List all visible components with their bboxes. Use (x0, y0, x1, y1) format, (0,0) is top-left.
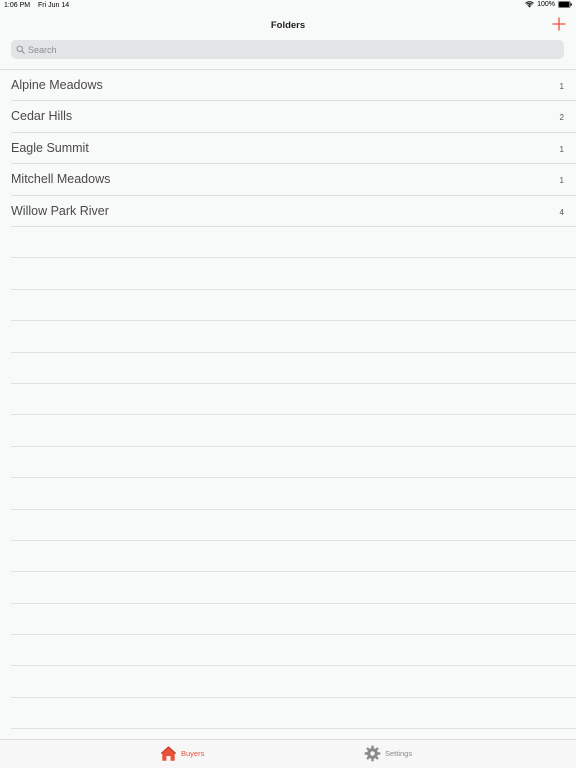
folder-count: 1 (559, 176, 564, 186)
wifi-icon (525, 1, 534, 8)
status-left: 1:06 PM Fri Jun 14 (4, 2, 75, 9)
empty-row (0, 698, 576, 730)
folder-list: Alpine Meadows 1 Cedar Hills 2 Eagle Sum… (0, 70, 576, 228)
tab-label: Buyers (181, 749, 205, 758)
folder-count: 1 (559, 82, 564, 91)
empty-list-area (0, 227, 576, 730)
empty-row (0, 384, 576, 416)
tab-label: Settings (385, 749, 413, 758)
search-icon (16, 45, 25, 54)
gear-icon (364, 745, 381, 762)
folder-name: Eagle Summit (11, 140, 89, 155)
add-folder-button[interactable] (552, 17, 566, 31)
screen: 1:06 PM Fri Jun 14 100% Folders Search A… (0, 0, 576, 768)
empty-row (0, 604, 576, 636)
nav-bar: Folders (0, 12, 576, 40)
tab-buyers[interactable]: Buyers (160, 745, 204, 762)
search-bar[interactable] (11, 40, 564, 59)
folder-row-alpine-meadows[interactable]: Alpine Meadows 1 (0, 70, 576, 102)
folder-name: Willow Park River (11, 203, 109, 218)
empty-row (0, 572, 576, 605)
status-bar: 1:06 PM Fri Jun 14 100% (0, 0, 576, 12)
search-input[interactable] (28, 44, 548, 55)
status-time: 1:06 PM (4, 2, 31, 9)
folder-row-willow-park-river[interactable]: Willow Park River 4 (0, 196, 576, 228)
empty-row (0, 290, 576, 322)
empty-row (0, 353, 576, 385)
battery-icon (558, 1, 572, 8)
status-right: 100% (525, 1, 572, 8)
empty-row (0, 321, 576, 353)
folder-row-mitchell-meadows[interactable]: Mitchell Meadows 1 (0, 164, 576, 196)
folder-count: 2 (559, 113, 564, 123)
empty-row (0, 415, 576, 448)
folder-name: Alpine Meadows (11, 78, 103, 92)
folder-name: Cedar Hills (11, 109, 73, 124)
page-title: Folders (270, 20, 306, 31)
battery-percent: 100% (537, 1, 555, 8)
folder-count: 1 (559, 144, 564, 154)
folder-name: Mitchell Meadows (11, 172, 111, 187)
empty-row (0, 635, 576, 667)
status-date: Fri Jun 14 (38, 2, 70, 9)
empty-row (0, 227, 576, 259)
empty-row (0, 447, 576, 479)
empty-row (0, 541, 576, 573)
folder-row-eagle-summit[interactable]: Eagle Summit 1 (0, 133, 576, 165)
plus-icon (552, 17, 566, 31)
folder-count: 4 (559, 207, 564, 217)
folder-row-cedar-hills[interactable]: Cedar Hills 2 (0, 101, 576, 134)
empty-row (0, 510, 576, 542)
tab-settings[interactable]: Settings (364, 745, 412, 762)
tab-bar: Buyers Settings (0, 739, 576, 768)
house-icon (160, 746, 177, 761)
empty-row (0, 666, 576, 699)
empty-row (0, 258, 576, 291)
empty-row (0, 478, 576, 510)
